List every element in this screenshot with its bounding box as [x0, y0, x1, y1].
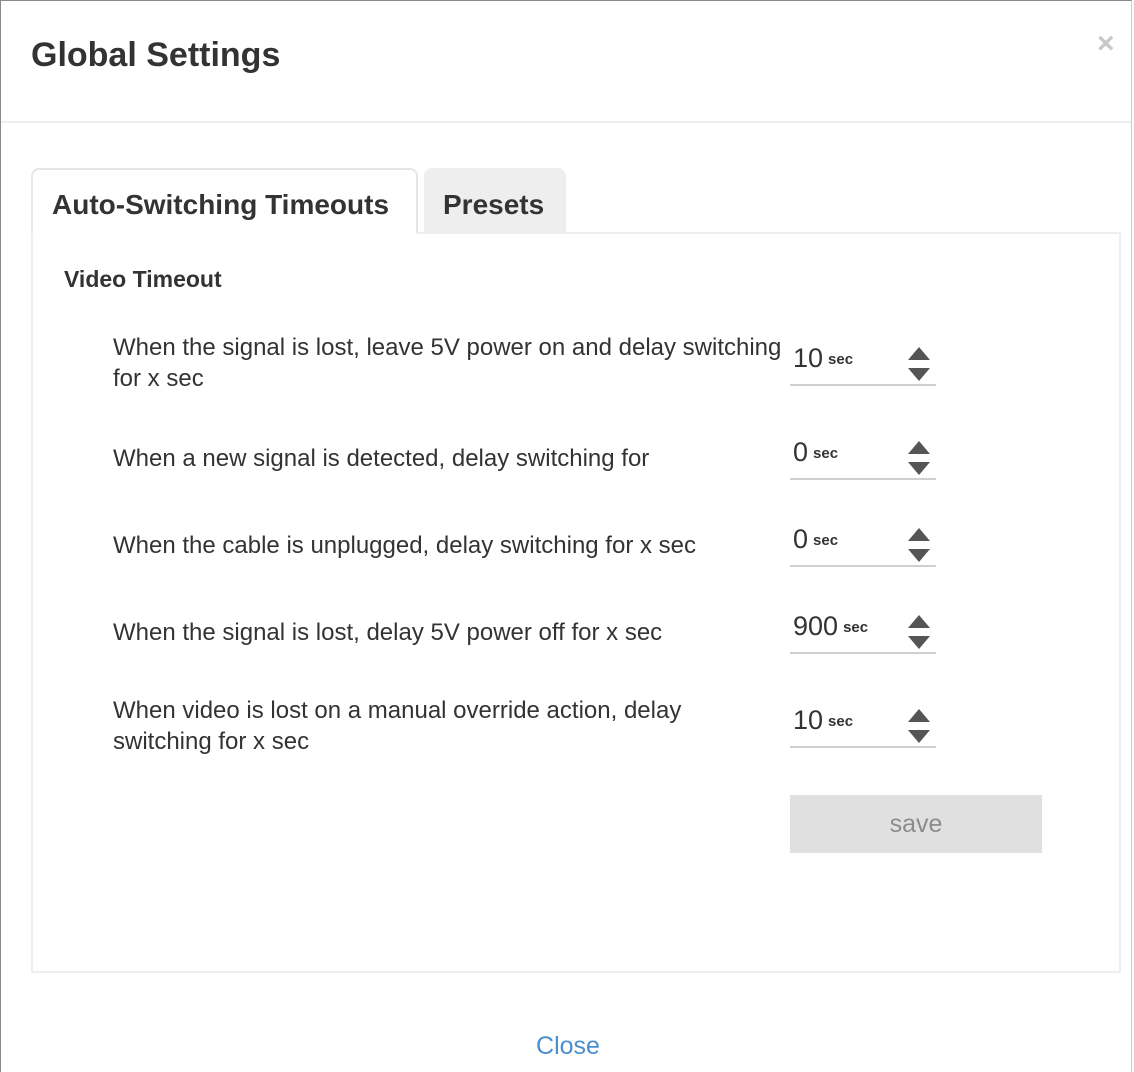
cable-unplugged-stepper[interactable]: 0 sec [790, 524, 936, 567]
decrement-arrow-icon[interactable] [908, 636, 930, 649]
dialog-header: Global Settings × [1, 1, 1131, 123]
increment-arrow-icon[interactable] [908, 441, 930, 454]
stepper-value: 900 [793, 611, 839, 641]
stepper-value-display[interactable]: 10 sec [793, 343, 853, 378]
stepper-unit: sec [828, 351, 854, 368]
auto-switching-timeouts-panel: Video Timeout When the signal is lost, l… [31, 232, 1121, 973]
signal-lost-5v-off-label: When the signal is lost, delay 5V power … [113, 619, 663, 646]
close-icon[interactable]: × [1097, 29, 1115, 59]
close-link[interactable]: Close [1, 1031, 1134, 1061]
decrement-arrow-icon[interactable] [908, 368, 930, 381]
signal-lost-5v-on-stepper[interactable]: 10 sec [790, 343, 936, 386]
stepper-arrows [908, 709, 930, 747]
tab-auto-switching-timeouts[interactable]: Auto-Switching Timeouts [31, 168, 418, 234]
stepper-value-display[interactable]: 10 sec [793, 705, 853, 740]
stepper-arrows [908, 615, 930, 653]
global-settings-dialog: Global Settings × Auto-Switching Timeout… [0, 0, 1132, 1072]
new-signal-detected-label: When a new signal is detected, delay swi… [113, 445, 650, 472]
stepper-unit: sec [813, 445, 839, 462]
stepper-value: 10 [793, 343, 824, 373]
increment-arrow-icon[interactable] [908, 615, 930, 628]
stepper-arrows [908, 528, 930, 566]
manual-override-label: When video is lost on a manual override … [113, 697, 682, 755]
stepper-value: 10 [793, 705, 824, 735]
increment-arrow-icon[interactable] [908, 347, 930, 360]
stepper-unit: sec [828, 713, 854, 730]
stepper-unit: sec [843, 619, 869, 636]
decrement-arrow-icon[interactable] [908, 549, 930, 562]
increment-arrow-icon[interactable] [908, 709, 930, 722]
stepper-value-display[interactable]: 0 sec [793, 437, 838, 472]
signal-lost-5v-off-stepper[interactable]: 900 sec [790, 611, 936, 654]
signal-lost-5v-on-label: When the signal is lost, leave 5V power … [113, 334, 782, 392]
decrement-arrow-icon[interactable] [908, 730, 930, 743]
save-button[interactable]: save [790, 795, 1042, 853]
stepper-value-display[interactable]: 900 sec [793, 611, 868, 646]
stepper-arrows [908, 347, 930, 385]
stepper-value: 0 [793, 437, 809, 467]
new-signal-detected-stepper[interactable]: 0 sec [790, 437, 936, 480]
dialog-title: Global Settings [31, 36, 281, 74]
video-timeout-heading: Video Timeout [64, 266, 222, 292]
manual-override-stepper[interactable]: 10 sec [790, 705, 936, 748]
stepper-unit: sec [813, 532, 839, 549]
decrement-arrow-icon[interactable] [908, 462, 930, 475]
stepper-arrows [908, 441, 930, 479]
stepper-value: 0 [793, 524, 809, 554]
cable-unplugged-label: When the cable is unplugged, delay switc… [113, 532, 696, 559]
stepper-value-display[interactable]: 0 sec [793, 524, 838, 559]
tab-presets[interactable]: Presets [424, 168, 566, 234]
increment-arrow-icon[interactable] [908, 528, 930, 541]
